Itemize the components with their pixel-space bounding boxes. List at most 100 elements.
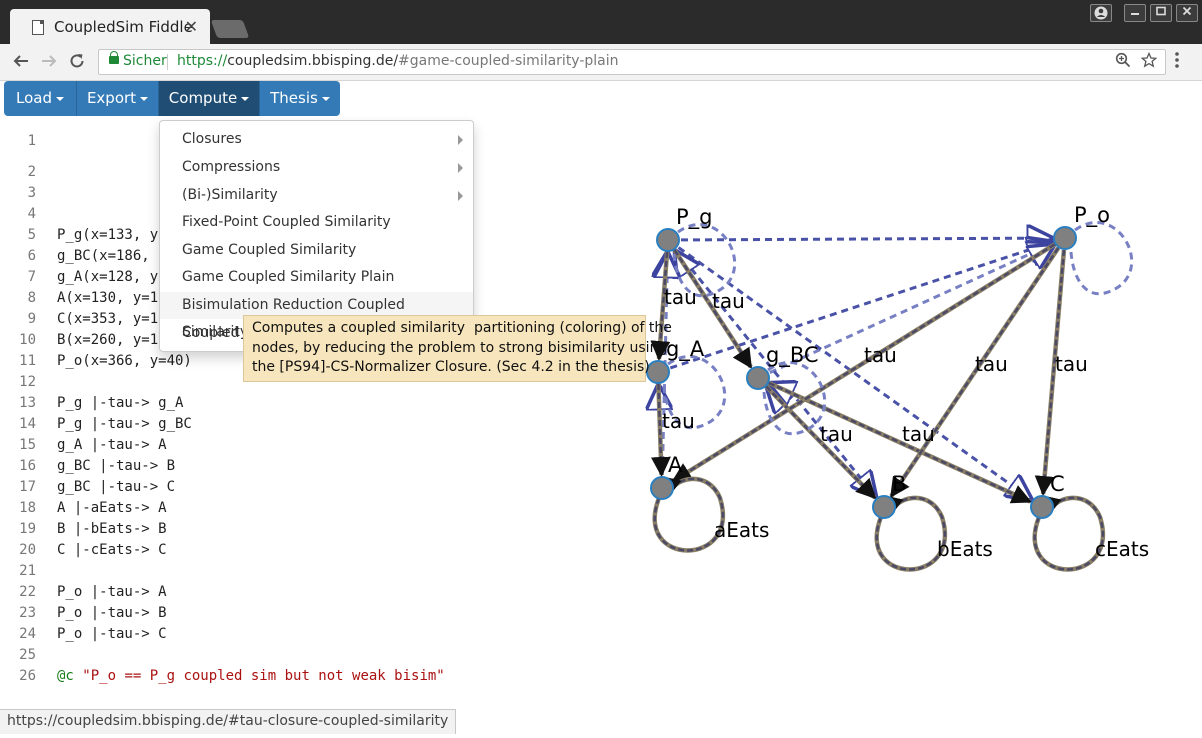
line-code: P_g |-tau-> g_A (57, 395, 184, 411)
line-number: 14 (19, 416, 36, 432)
line-number: 5 (27, 227, 36, 243)
line-number: 15 (19, 437, 36, 453)
line-code: g_A(x=128, y (57, 269, 159, 285)
line-code: g_BC(x=186, (57, 248, 150, 264)
menu-item-label: Closures (182, 131, 242, 147)
line-code: A(x=130, y=1 (57, 290, 159, 306)
graph-node[interactable] (646, 360, 670, 384)
line-number: 16 (19, 458, 36, 474)
graph-canvas[interactable]: tau tautautau tau tautau tauaEatsbEats cEats … (600, 126, 1200, 596)
back-arrow-icon[interactable] (12, 52, 30, 75)
thesis-button[interactable]: Thesis (260, 81, 340, 116)
line-code: P_o |-tau-> A (57, 584, 167, 600)
line-code: B(x=260, y=1 (57, 332, 159, 348)
node-label: A (668, 453, 683, 477)
compute-menu-item[interactable]: Game Coupled Similarity (160, 237, 473, 264)
user-profile-icon[interactable] (1090, 4, 1112, 22)
zoom-icon[interactable] (1115, 52, 1131, 72)
compute-menu-item[interactable]: Closures (160, 126, 473, 153)
line-code: @c "P_o == P_g coupled sim but not weak … (57, 668, 445, 684)
line-number: 17 (19, 479, 36, 495)
browser-menu-icon[interactable] (1174, 51, 1180, 73)
maximize-icon[interactable] (1150, 4, 1172, 22)
line-number: 18 (19, 500, 36, 516)
security-label: Sicher (123, 53, 167, 69)
tab-title: CoupledSim Fiddle (54, 18, 193, 36)
line-code: C(x=353, y=1 (57, 311, 159, 327)
line-number: 24 (19, 626, 36, 642)
line-number: 6 (27, 248, 36, 264)
edge-label: cEats (1095, 537, 1149, 561)
graph-node[interactable] (656, 228, 680, 252)
lock-icon (109, 51, 119, 64)
edge-label: tau (864, 343, 897, 367)
line-number: 26 (19, 668, 36, 684)
node-label: P_o (1074, 203, 1110, 228)
line-number: 8 (27, 290, 36, 306)
simulation-self-loop (1069, 221, 1134, 296)
compute-menu-item[interactable]: Fixed-Point Coupled Similarity (160, 209, 473, 236)
caret-down-icon (140, 96, 149, 101)
graph-node[interactable] (746, 366, 770, 390)
reload-icon[interactable] (68, 52, 86, 75)
line-number: 2 (27, 164, 36, 180)
node-label: g_A (666, 337, 705, 362)
edge-label: tau (820, 422, 853, 446)
minimize-icon[interactable] (1124, 4, 1146, 22)
edge-label: aEats (714, 518, 769, 542)
node-label: B (892, 472, 906, 496)
browser-tab[interactable]: CoupledSim Fiddle ✕ (10, 9, 210, 45)
tab-close-icon[interactable]: ✕ (185, 17, 198, 36)
line-code: g_A |-tau-> A (57, 437, 167, 453)
address-divider (167, 54, 168, 70)
node-label: P_g (676, 205, 713, 230)
menu-item-label: Game Coupled Similarity (182, 242, 357, 258)
line-number: 25 (19, 647, 36, 663)
line-number: 1 (27, 133, 36, 149)
node-label: C (1050, 472, 1065, 496)
edge-label: tau (902, 422, 935, 446)
edge-label: tau (712, 289, 745, 313)
compute-menu-item[interactable]: Game Coupled Similarity Plain (160, 264, 473, 291)
url-hash: #game-coupled-similarity-plain (398, 53, 619, 69)
compute-button[interactable]: Compute (159, 81, 260, 116)
url-text[interactable]: https://coupledsim.bbisping.de/#game-cou… (177, 53, 619, 69)
menu-item-label: (Bi-)Similarity (182, 187, 278, 203)
line-code: P_g |-tau-> g_BC (57, 416, 192, 432)
close-window-icon[interactable] (1176, 4, 1198, 22)
page-favicon-icon (32, 20, 44, 35)
forward-arrow-icon[interactable] (40, 52, 58, 75)
compute-menu-item[interactable]: (Bi-)Similarity (160, 182, 473, 209)
url-scheme: https:// (177, 53, 228, 69)
submenu-arrow-icon (458, 135, 463, 145)
caret-down-icon (241, 96, 250, 101)
line-code: g_BC |-tau-> B (57, 458, 176, 474)
line-number: 12 (19, 374, 36, 390)
bookmark-star-icon[interactable] (1140, 51, 1158, 72)
edge-label: tau (1055, 352, 1088, 376)
graph-node[interactable] (1030, 495, 1054, 519)
load-button[interactable]: Load (4, 81, 77, 116)
export-button[interactable]: Export (77, 81, 159, 116)
graph-node[interactable] (872, 495, 896, 519)
compute-menu-item[interactable]: Compressions (160, 154, 473, 181)
line-code: P_g(x=133, y (57, 227, 159, 243)
line-number: 19 (19, 521, 36, 537)
submenu-arrow-icon (458, 191, 463, 201)
graph-node[interactable] (1053, 226, 1077, 250)
line-number: 4 (27, 206, 36, 222)
new-tab-button[interactable] (210, 20, 250, 38)
compute-label: Compute (168, 89, 238, 107)
annotation-keyword: @c (57, 668, 83, 684)
navigation-bar: Sicher https://coupledsim.bbisping.de/#g… (0, 44, 1202, 81)
edge-labels: tau tautautau tau tautau tauaEatsbEats cEats (662, 285, 1149, 561)
line-code: g_BC |-tau-> C (57, 479, 176, 495)
url-host: coupledsim.bbisping.de/ (227, 53, 399, 69)
browser-window: CoupledSim Fiddle ✕ Sicher https://coupl… (0, 0, 1202, 738)
title-bar: CoupledSim Fiddle ✕ (0, 0, 1202, 45)
status-url-bar: https://coupledsim.bbisping.de/#tau-clos… (0, 709, 457, 734)
line-code: P_o |-tau-> C (57, 626, 167, 642)
line-number: 23 (19, 605, 36, 621)
address-bar[interactable]: Sicher https://coupledsim.bbisping.de/#g… (98, 49, 1166, 75)
graph-node[interactable] (650, 476, 674, 500)
